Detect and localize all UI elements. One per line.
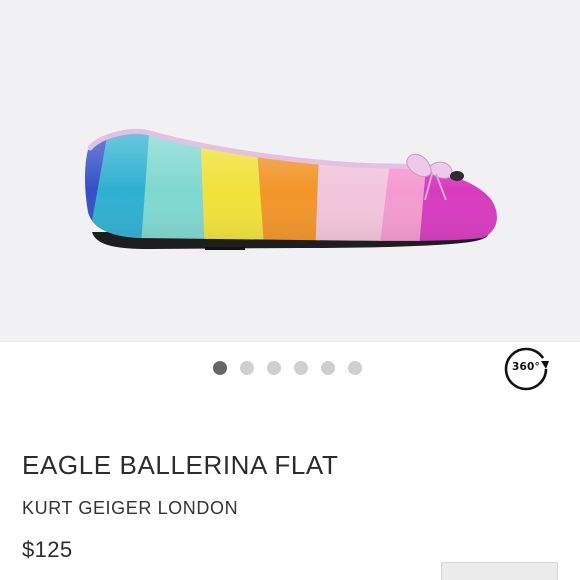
partial-button[interactable] (441, 562, 558, 580)
carousel-dot[interactable] (267, 361, 281, 375)
carousel-dot[interactable] (348, 361, 362, 375)
carousel-dot[interactable] (240, 361, 254, 375)
carousel-dot[interactable] (213, 361, 227, 375)
rainbow-ballerina-flat-image (85, 128, 497, 250)
view-360-label: 360° (512, 361, 540, 373)
carousel-dot[interactable] (294, 361, 308, 375)
product-brand[interactable]: KURT GEIGER LONDON (22, 498, 238, 519)
carousel-dots (213, 361, 362, 375)
product-title: EAGLE BALLERINA FLAT (22, 450, 339, 480)
product-price: $125 (22, 537, 73, 562)
product-image-area[interactable] (0, 0, 580, 342)
view-360-button[interactable]: 360° (503, 346, 549, 392)
carousel-dot[interactable] (321, 361, 335, 375)
